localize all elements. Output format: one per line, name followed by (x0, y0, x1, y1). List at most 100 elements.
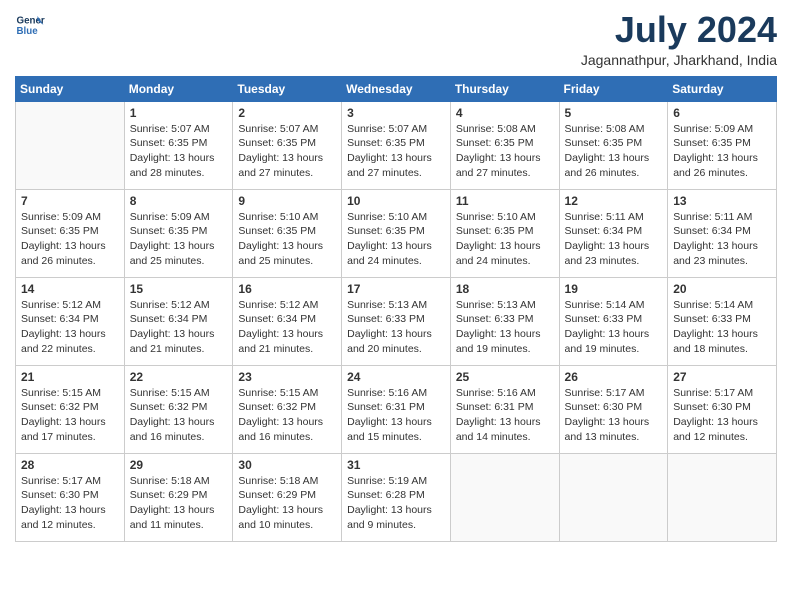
table-row: 9Sunrise: 5:10 AM Sunset: 6:35 PM Daylig… (233, 189, 342, 277)
table-row: 6 Sunrise: 5:09 AM Sunset: 6:35 PM Daylig… (668, 101, 777, 189)
table-row: 31 Sunrise: 5:19 AM Sunset: 6:28 PM Dayli… (342, 453, 451, 541)
day-info: Sunrise: 5:10 AM Sunset: 6:35 PM Dayligh… (347, 210, 445, 269)
day-info: Sunrise: 5:07 AM Sunset: 6:35 PM Dayligh… (238, 122, 336, 181)
header-monday: Monday (124, 76, 233, 101)
day-number: 7 (21, 194, 119, 208)
day-info: Sunrise: 5:11 AM Sunset: 6:34 PM Dayligh… (565, 210, 663, 269)
day-number: 6 (673, 106, 771, 120)
table-row: 1Sunrise: 5:07 AM Sunset: 6:35 PM Daylig… (124, 101, 233, 189)
calendar-week-row: 28 Sunrise: 5:17 AM Sunset: 6:30 PM Dayli… (16, 453, 777, 541)
day-info: Sunrise: 5:17 AM Sunset: 6:30 PM Dayligh… (21, 474, 119, 533)
day-number: 19 (565, 282, 663, 296)
table-row: 28 Sunrise: 5:17 AM Sunset: 6:30 PM Dayli… (16, 453, 125, 541)
day-number: 25 (456, 370, 554, 384)
calendar-week-row: 1 Sunrise: 5:07 AM Sunset: 6:35 PM Daylig… (16, 101, 777, 189)
day-number: 26 (565, 370, 663, 384)
day-number: 28 (21, 458, 119, 472)
day-number: 1 (130, 106, 228, 120)
day-info: Sunrise: 5:12 AM Sunset: 6:34 PM Dayligh… (238, 298, 336, 357)
day-info: Sunrise: 5:15 AM Sunset: 6:32 PM Dayligh… (130, 386, 228, 445)
day-number: 20 (673, 282, 771, 296)
table-row: 15 Sunrise: 5:12 AM Sunset: 6:34 PM Dayli… (124, 277, 233, 365)
day-info: Sunrise: 5:14 AM Sunset: 6:33 PM Dayligh… (565, 298, 663, 357)
table-row (450, 453, 559, 541)
table-row: 16Sunrise: 5:12 AM Sunset: 6:34 PM Dayli… (233, 277, 342, 365)
table-row: 10 Sunrise: 5:10 AM Sunset: 6:35 PM Dayli… (342, 189, 451, 277)
table-row: 2 Sunrise: 5:07 AM Sunset: 6:35 PM Daylig… (233, 101, 342, 189)
header-tuesday: Tuesday (233, 76, 342, 101)
logo: General Blue (15, 10, 45, 40)
day-info: Sunrise: 5:16 AM Sunset: 6:31 PM Dayligh… (456, 386, 554, 445)
svg-text:Blue: Blue (17, 26, 39, 37)
day-number: 10 (347, 194, 445, 208)
day-info: Sunrise: 5:19 AM Sunset: 6:28 PM Dayligh… (347, 474, 445, 533)
table-row: 17Sunrise: 5:13 AM Sunset: 6:33 PM Dayli… (342, 277, 451, 365)
table-row: 7Sunrise: 5:09 AM Sunset: 6:35 PM Daylig… (16, 189, 125, 277)
day-info: Sunrise: 5:15 AM Sunset: 6:32 PM Dayligh… (238, 386, 336, 445)
day-info: Sunrise: 5:09 AM Sunset: 6:35 PM Dayligh… (130, 210, 228, 269)
table-row: 21Sunrise: 5:15 AM Sunset: 6:32 PM Dayli… (16, 365, 125, 453)
day-number: 18 (456, 282, 554, 296)
day-number: 8 (130, 194, 228, 208)
day-info: Sunrise: 5:11 AM Sunset: 6:34 PM Dayligh… (673, 210, 771, 269)
calendar-week-row: 7 Sunrise: 5:09 AM Sunset: 6:35 PM Daylig… (16, 189, 777, 277)
day-info: Sunrise: 5:12 AM Sunset: 6:34 PM Dayligh… (21, 298, 119, 357)
day-info: Sunrise: 5:18 AM Sunset: 6:29 PM Dayligh… (130, 474, 228, 533)
day-number: 2 (238, 106, 336, 120)
table-row: 11Sunrise: 5:10 AM Sunset: 6:35 PM Dayli… (450, 189, 559, 277)
table-row: 13 Sunrise: 5:11 AM Sunset: 6:34 PM Dayli… (668, 189, 777, 277)
table-row: 29 Sunrise: 5:18 AM Sunset: 6:29 PM Dayli… (124, 453, 233, 541)
location-subtitle: Jagannathpur, Jharkhand, India (581, 52, 777, 68)
table-row: 26 Sunrise: 5:17 AM Sunset: 6:30 PM Dayli… (559, 365, 668, 453)
table-row: 24Sunrise: 5:16 AM Sunset: 6:31 PM Dayli… (342, 365, 451, 453)
weekday-header-row: Sunday Monday Tuesday Wednesday Thursday… (16, 76, 777, 101)
day-number: 12 (565, 194, 663, 208)
day-info: Sunrise: 5:14 AM Sunset: 6:33 PM Dayligh… (673, 298, 771, 357)
table-row: 8 Sunrise: 5:09 AM Sunset: 6:35 PM Daylig… (124, 189, 233, 277)
table-row: 22 Sunrise: 5:15 AM Sunset: 6:32 PM Dayli… (124, 365, 233, 453)
day-info: Sunrise: 5:12 AM Sunset: 6:34 PM Dayligh… (130, 298, 228, 357)
day-number: 17 (347, 282, 445, 296)
table-row: 12 Sunrise: 5:11 AM Sunset: 6:34 PM Dayli… (559, 189, 668, 277)
table-row: 3Sunrise: 5:07 AM Sunset: 6:35 PM Daylig… (342, 101, 451, 189)
title-area: July 2024 Jagannathpur, Jharkhand, India (581, 10, 777, 68)
page-header: General Blue July 2024 Jagannathpur, Jha… (15, 10, 777, 68)
table-row: 18 Sunrise: 5:13 AM Sunset: 6:33 PM Dayli… (450, 277, 559, 365)
day-info: Sunrise: 5:13 AM Sunset: 6:33 PM Dayligh… (456, 298, 554, 357)
day-info: Sunrise: 5:18 AM Sunset: 6:29 PM Dayligh… (238, 474, 336, 533)
day-number: 5 (565, 106, 663, 120)
day-number: 24 (347, 370, 445, 384)
table-row: 27 Sunrise: 5:17 AM Sunset: 6:30 PM Dayli… (668, 365, 777, 453)
day-info: Sunrise: 5:17 AM Sunset: 6:30 PM Dayligh… (565, 386, 663, 445)
day-number: 3 (347, 106, 445, 120)
day-number: 4 (456, 106, 554, 120)
day-number: 11 (456, 194, 554, 208)
day-number: 15 (130, 282, 228, 296)
day-number: 27 (673, 370, 771, 384)
table-row (16, 101, 125, 189)
day-info: Sunrise: 5:15 AM Sunset: 6:32 PM Dayligh… (21, 386, 119, 445)
table-row: 4 Sunrise: 5:08 AM Sunset: 6:35 PM Daylig… (450, 101, 559, 189)
day-number: 22 (130, 370, 228, 384)
header-thursday: Thursday (450, 76, 559, 101)
day-number: 29 (130, 458, 228, 472)
logo-icon: General Blue (15, 10, 45, 40)
table-row: 23 Sunrise: 5:15 AM Sunset: 6:32 PM Dayli… (233, 365, 342, 453)
table-row: 25 Sunrise: 5:16 AM Sunset: 6:31 PM Dayli… (450, 365, 559, 453)
day-info: Sunrise: 5:09 AM Sunset: 6:35 PM Dayligh… (673, 122, 771, 181)
day-number: 13 (673, 194, 771, 208)
calendar-table: Sunday Monday Tuesday Wednesday Thursday… (15, 76, 777, 542)
table-row: 30 Sunrise: 5:18 AM Sunset: 6:29 PM Dayli… (233, 453, 342, 541)
table-row: 20 Sunrise: 5:14 AM Sunset: 6:33 PM Dayli… (668, 277, 777, 365)
calendar-week-row: 21Sunrise: 5:15 AM Sunset: 6:32 PM Dayli… (16, 365, 777, 453)
table-row: 14Sunrise: 5:12 AM Sunset: 6:34 PM Dayli… (16, 277, 125, 365)
day-info: Sunrise: 5:08 AM Sunset: 6:35 PM Dayligh… (456, 122, 554, 181)
day-number: 30 (238, 458, 336, 472)
day-number: 23 (238, 370, 336, 384)
day-number: 31 (347, 458, 445, 472)
month-year-title: July 2024 (581, 10, 777, 50)
day-info: Sunrise: 5:17 AM Sunset: 6:30 PM Dayligh… (673, 386, 771, 445)
header-saturday: Saturday (668, 76, 777, 101)
header-friday: Friday (559, 76, 668, 101)
table-row (668, 453, 777, 541)
